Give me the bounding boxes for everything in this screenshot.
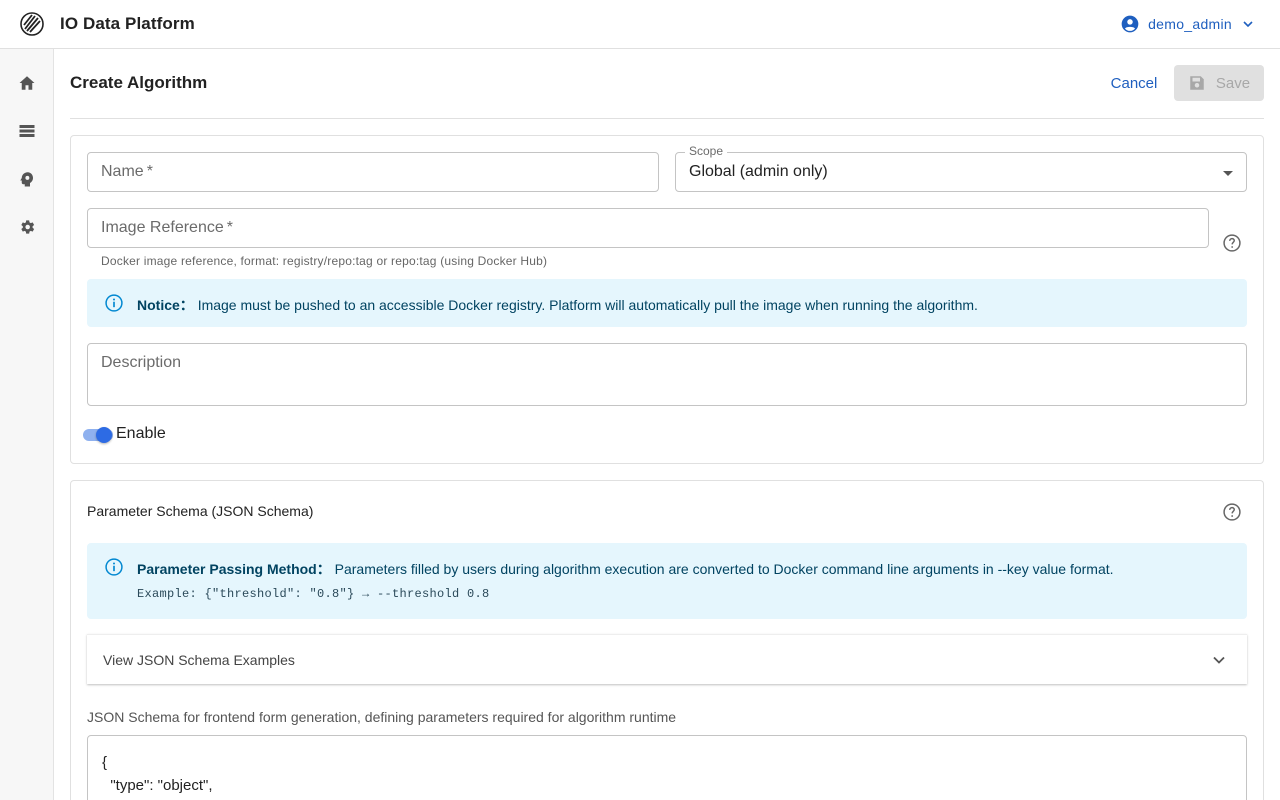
algorithm-head-icon: [20, 172, 33, 187]
sidebar-item-data[interactable]: [15, 119, 39, 143]
platform-logo-icon: [20, 12, 44, 36]
help-icon[interactable]: [1222, 502, 1242, 522]
app-title: IO Data Platform: [60, 14, 195, 33]
notice-text: Notice： Image must be pushed to an acces…: [137, 297, 978, 313]
info-icon: [105, 294, 123, 312]
parameter-passing-text: Parameter Passing Method： Parameters fil…: [137, 561, 1114, 577]
account-circle-icon: [1121, 15, 1139, 33]
header-divider: [70, 118, 1264, 119]
code-line: "type": "object",: [102, 777, 213, 794]
user-menu[interactable]: demo_admin: [1120, 12, 1256, 36]
scope-select[interactable]: Scope Global (admin only): [675, 144, 1247, 192]
parameter-passing-title: Parameter Passing Method：: [137, 561, 331, 577]
name-field[interactable]: Name *: [87, 152, 659, 192]
sidebar: [0, 49, 54, 800]
chevron-down-icon: [1243, 21, 1253, 28]
gear-icon: [21, 220, 35, 234]
user-name: demo_admin: [1148, 16, 1232, 32]
json-schema-examples-accordion[interactable]: View JSON Schema Examples: [87, 634, 1247, 684]
schema-section-title: Parameter Schema (JSON Schema): [87, 503, 314, 519]
enable-switch[interactable]: [83, 427, 113, 443]
notice-title: Notice：: [137, 297, 194, 313]
image-reference-label: Image Reference *: [101, 219, 233, 236]
home-icon: [19, 76, 35, 90]
accordion-label: View JSON Schema Examples: [103, 652, 295, 668]
save-button[interactable]: Save: [1174, 65, 1264, 101]
description-field[interactable]: Description: [87, 343, 1247, 406]
sidebar-item-settings[interactable]: [15, 215, 39, 239]
sidebar-item-algorithms[interactable]: [15, 167, 39, 191]
dropdown-arrow-icon: [1223, 171, 1233, 176]
schema-helper-text: JSON Schema for frontend form generation…: [87, 709, 677, 725]
enable-label: Enable: [116, 425, 166, 442]
notice-alert: Notice： Image must be pushed to an acces…: [87, 279, 1247, 327]
name-field-label: Name *: [101, 163, 153, 180]
sidebar-item-home[interactable]: [15, 71, 39, 95]
cancel-button[interactable]: Cancel: [1104, 72, 1164, 94]
storage-list-icon: [19, 125, 35, 137]
save-button-label: Save: [1215, 74, 1251, 92]
app-bar: IO Data Platform demo_admin: [0, 0, 1280, 49]
expand-more-icon: [1213, 656, 1225, 664]
save-icon: [1190, 76, 1204, 90]
code-line: {: [102, 754, 108, 771]
scope-label: Scope: [685, 144, 728, 158]
scope-value: Global (admin only): [689, 163, 828, 180]
image-reference-field[interactable]: Image Reference *: [87, 208, 1209, 248]
json-schema-editor[interactable]: { "type": "object",: [87, 735, 1247, 800]
parameter-example: Example: {"threshold": "0.8"} → --thresh…: [137, 587, 490, 601]
page-title: Create Algorithm: [70, 73, 208, 92]
parameter-passing-alert: Parameter Passing Method： Parameters fil…: [87, 543, 1247, 619]
info-icon: [105, 558, 123, 576]
help-icon[interactable]: [1222, 233, 1242, 253]
switch-thumb: [96, 427, 112, 443]
description-label: Description: [101, 354, 182, 371]
image-reference-helper: Docker image reference, format: registry…: [101, 254, 548, 268]
